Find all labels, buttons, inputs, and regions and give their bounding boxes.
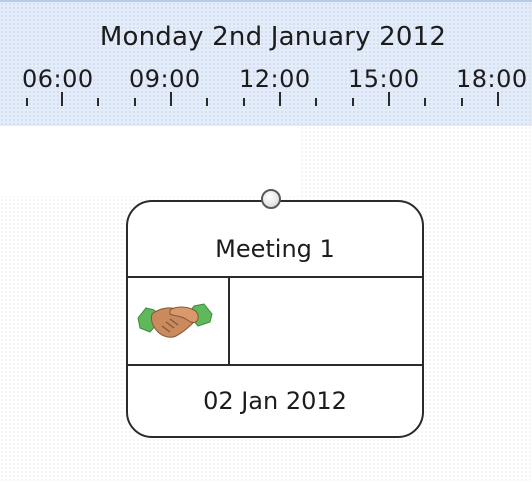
card-divider [228,278,230,364]
timeline-canvas[interactable]: Monday 2nd January 2012 06:00 09:00 12:0… [0,0,532,482]
card-divider [128,276,422,278]
handshake-icon [134,288,216,348]
connector-handle[interactable] [261,189,281,209]
hour-label-0600: 06:00 [22,65,94,93]
hour-label-0900: 09:00 [129,65,201,93]
hour-label-1200: 12:00 [239,65,311,93]
hour-label-1800: 18:00 [456,65,528,93]
hour-label-1500: 15:00 [348,65,420,93]
event-date: 02 Jan 2012 [203,387,347,415]
event-card[interactable]: Meeting 1 02 Jan 2012 [126,200,424,438]
event-title: Meeting 1 [215,235,335,263]
timeline-date-label: Monday 2nd January 2012 [99,22,447,52]
timeline-header[interactable]: Monday 2nd January 2012 06:00 09:00 12:0… [0,0,532,126]
